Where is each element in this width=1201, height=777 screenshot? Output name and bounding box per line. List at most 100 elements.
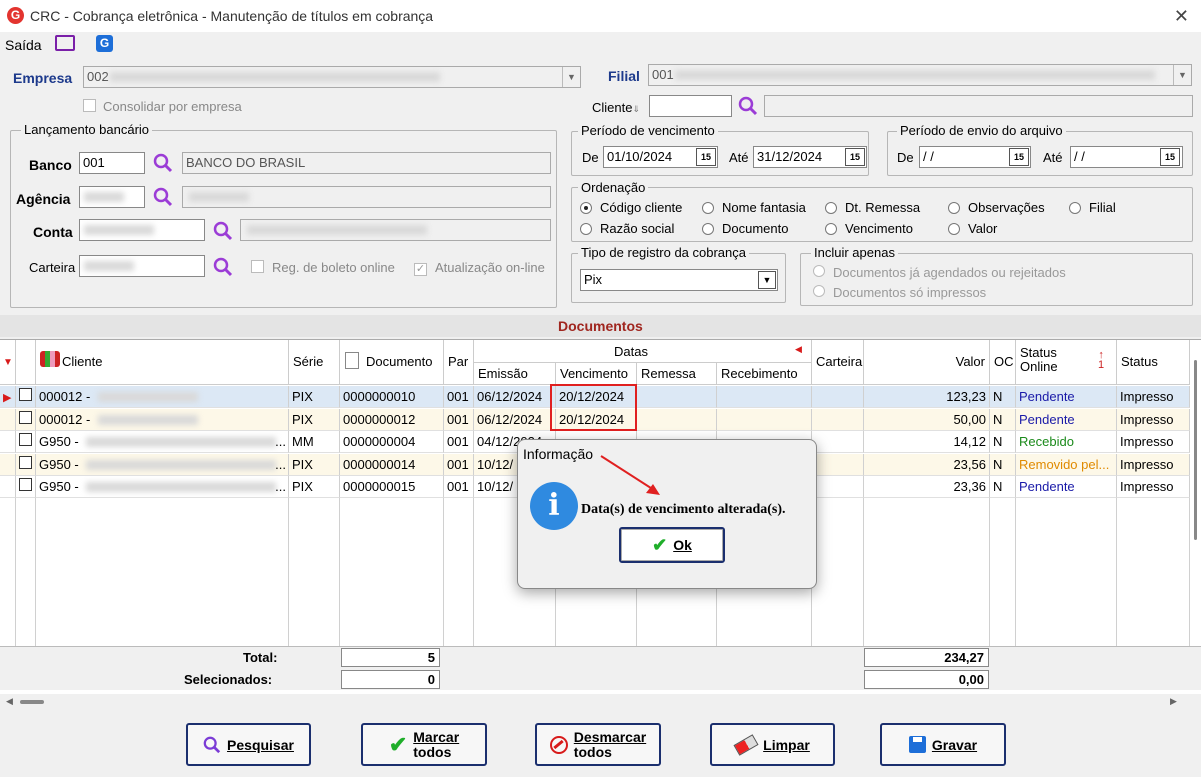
row-checkbox[interactable] xyxy=(16,453,36,476)
incluir-option-2[interactable] xyxy=(813,285,825,300)
filial-select[interactable]: 001 ▼ xyxy=(648,64,1192,86)
incluir-option-1-label: Documentos já agendados ou rejeitados xyxy=(833,265,1066,280)
cell-remessa xyxy=(637,386,717,408)
pesquisar-button[interactable]: Pesquisar xyxy=(186,723,311,766)
menu-exit[interactable]: Saída xyxy=(5,37,42,53)
close-icon[interactable]: ✕ xyxy=(1174,6,1189,27)
header-recebimento[interactable]: Recebimento xyxy=(717,363,812,385)
desmarcar-todos-button[interactable]: Desmarcar todos xyxy=(535,723,661,766)
ordenacao-label: Valor xyxy=(968,221,998,236)
g-app-icon[interactable]: G xyxy=(96,35,113,52)
consolidar-check[interactable] xyxy=(83,99,96,115)
vencimento-title: Período de vencimento xyxy=(578,123,718,138)
ordenacao-radio[interactable] xyxy=(580,223,592,238)
calendar-icon[interactable]: 15 xyxy=(1160,148,1180,166)
atualizacao-check[interactable]: ✓ xyxy=(414,260,427,276)
header-label: Cliente xyxy=(62,354,103,369)
row-checkbox[interactable] xyxy=(16,386,36,408)
ordenacao-radio[interactable] xyxy=(948,202,960,217)
monitor-icon[interactable] xyxy=(55,35,75,51)
agencia-input[interactable] xyxy=(79,186,145,208)
marcar-todos-button[interactable]: ✔ Marcar todos xyxy=(361,723,487,766)
ok-button[interactable]: ✔ Ok xyxy=(619,527,725,563)
search-icon[interactable] xyxy=(213,221,233,241)
ordenacao-radio[interactable] xyxy=(702,223,714,238)
scroll-right-icon[interactable]: ▶ xyxy=(1170,696,1177,707)
chevron-down-icon[interactable]: ▼ xyxy=(758,271,776,289)
chevron-down-icon[interactable]: ▼ xyxy=(1173,65,1191,85)
scroll-thumb[interactable] xyxy=(20,700,44,704)
ordenacao-title: Ordenação xyxy=(578,180,649,195)
ordenacao-radio[interactable] xyxy=(580,202,592,217)
cell-text: G950 - xyxy=(39,479,79,494)
cell-text: PIX xyxy=(292,411,313,427)
header-label: Série xyxy=(293,354,324,369)
header-cliente[interactable]: Cliente xyxy=(36,340,289,385)
gravar-button[interactable]: Gravar xyxy=(880,723,1006,766)
cell-status: Impresso xyxy=(1117,431,1190,453)
cell-text: 23,56 xyxy=(953,456,986,472)
tipo-registro-select[interactable]: Pix ▼ xyxy=(580,269,778,291)
total-value: 234,27 xyxy=(864,648,989,667)
cell-remessa xyxy=(637,408,717,431)
banco-input[interactable]: 001 xyxy=(79,152,145,174)
ordenacao-radio[interactable] xyxy=(825,223,837,238)
ordenacao-radio[interactable] xyxy=(825,202,837,217)
header-label: OC xyxy=(994,354,1014,369)
search-icon[interactable] xyxy=(153,187,173,207)
row-checkbox[interactable] xyxy=(16,431,36,453)
cliente-code-input[interactable] xyxy=(649,95,732,117)
header-oc[interactable]: OC xyxy=(990,340,1016,385)
header-serie[interactable]: Série xyxy=(289,340,340,385)
ordenacao-radio[interactable] xyxy=(948,223,960,238)
cell-status_online: Pendente xyxy=(1016,386,1117,408)
cell-status_online: Recebido xyxy=(1016,431,1117,453)
cell-oc: N xyxy=(990,386,1016,408)
cell-text: Removido pel... xyxy=(1019,456,1110,472)
header-carteira[interactable]: Carteira xyxy=(812,340,864,385)
header-valor[interactable]: Valor xyxy=(864,340,990,385)
limpar-button[interactable]: Limpar xyxy=(710,723,835,766)
sort-asc-icon[interactable]: ↑ 1 xyxy=(1098,350,1104,371)
agencia-label: Agência xyxy=(16,191,71,207)
ordenacao-radio[interactable] xyxy=(1069,202,1081,217)
current-row-icon: ▶ xyxy=(0,386,16,408)
cell-documento: 0000000015 xyxy=(340,476,444,498)
carteira-input[interactable] xyxy=(79,255,205,277)
horizontal-scrollbar[interactable]: ◀ ▶ xyxy=(0,694,1190,710)
cell-text: Pendente xyxy=(1019,411,1075,427)
header-vencimento[interactable]: Vencimento xyxy=(556,363,637,385)
cell-valor: 50,00 xyxy=(864,408,990,431)
empresa-select[interactable]: 002 ▼ xyxy=(83,66,581,88)
vertical-scrollbar[interactable] xyxy=(1190,360,1201,680)
chevron-down-icon[interactable]: ▼ xyxy=(562,67,580,87)
cliente-name-field xyxy=(764,95,1193,117)
row-checkbox[interactable] xyxy=(16,476,36,498)
cell-text: 0000000014 xyxy=(343,456,416,472)
calendar-icon[interactable]: 15 xyxy=(845,148,865,166)
header-emissao[interactable]: Emissão xyxy=(474,363,556,385)
search-icon[interactable] xyxy=(153,153,173,173)
cell-par: 001 xyxy=(444,408,474,431)
limpar-label: Limpar xyxy=(763,736,810,753)
incluir-option-1[interactable] xyxy=(813,265,825,280)
row-checkbox[interactable] xyxy=(16,408,36,431)
cell-valor: 23,36 xyxy=(864,476,990,498)
scroll-left-icon[interactable]: ◀ xyxy=(6,696,13,707)
cell-mark xyxy=(0,431,16,453)
search-icon[interactable] xyxy=(213,257,233,277)
sort-down-icon[interactable]: ▼ xyxy=(3,357,13,368)
highlight-box xyxy=(550,384,637,431)
calendar-icon[interactable]: 15 xyxy=(1009,148,1029,166)
sort-left-icon[interactable]: ◀ xyxy=(795,344,802,355)
header-remessa[interactable]: Remessa xyxy=(637,363,717,385)
header-status[interactable]: Status xyxy=(1117,340,1190,385)
search-icon[interactable] xyxy=(738,96,758,116)
header-par[interactable]: Par xyxy=(444,340,474,385)
calendar-icon[interactable]: 15 xyxy=(696,148,716,166)
ordenacao-radio[interactable] xyxy=(702,202,714,217)
grid-column-line xyxy=(15,498,16,646)
conta-input[interactable] xyxy=(79,219,205,241)
cell-status: Impresso xyxy=(1117,408,1190,431)
reg-boleto-check[interactable] xyxy=(251,260,264,276)
